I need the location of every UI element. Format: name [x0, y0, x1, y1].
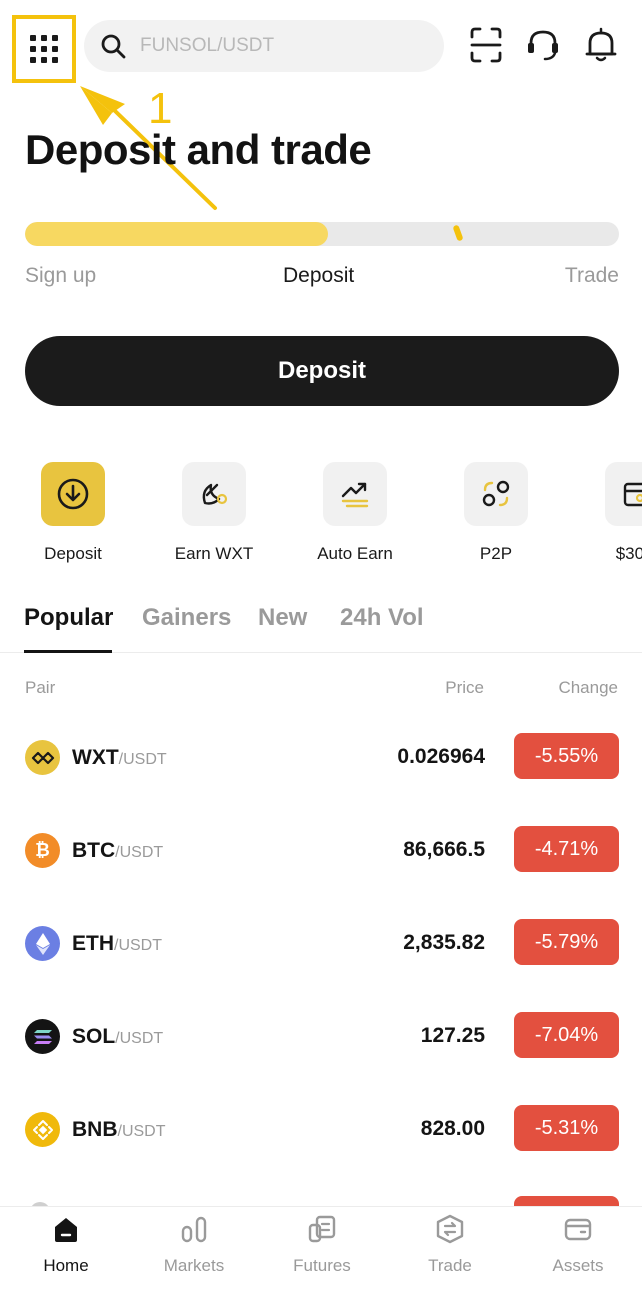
notification-bell-icon[interactable]	[584, 26, 618, 64]
page-title: Deposit and trade	[25, 126, 372, 173]
search-bar[interactable]	[84, 20, 444, 72]
trade-icon	[436, 1214, 464, 1244]
auto-earn-icon	[341, 482, 369, 508]
pair-label: WXT/USDT	[72, 746, 167, 769]
market-tabs: Popular Gainers New 24h Vol	[0, 600, 642, 653]
nav-label: Futures	[293, 1256, 351, 1275]
nav-markets[interactable]: Markets	[130, 1207, 258, 1299]
wxt-coin-icon	[25, 740, 60, 775]
nav-futures[interactable]: Futures	[258, 1207, 386, 1299]
step-sign-up: Sign up	[25, 264, 97, 287]
shortcut-auto-earn[interactable]: Auto Earn	[295, 462, 415, 564]
shortcut-label: P2P	[479, 544, 513, 563]
tab-24h-vol[interactable]: 24h Vol	[340, 604, 424, 632]
shortcut-row: Deposit Earn WXT Auto Earn P2P $30	[0, 462, 642, 572]
price-value: 0.026964	[397, 745, 485, 768]
shortcut-label: Auto Earn	[317, 544, 393, 563]
search-icon	[101, 34, 126, 59]
sol-coin-icon	[25, 1019, 60, 1054]
change-badge[interactable]: -5.79%	[514, 919, 619, 965]
price-value: 127.25	[420, 1024, 485, 1047]
top-bar	[0, 0, 642, 95]
shortcut-deposit[interactable]: Deposit	[13, 462, 133, 564]
market-row-bnb[interactable]: BNB/USDT 828.00 -5.31%	[0, 1097, 642, 1190]
tab-popular[interactable]: Popular	[24, 604, 113, 632]
column-header-pair: Pair	[25, 678, 56, 697]
deposit-icon	[57, 478, 89, 510]
tab-gainers[interactable]: Gainers	[142, 604, 231, 632]
app-menu-button[interactable]	[12, 15, 76, 83]
step-trade: Trade	[564, 264, 619, 287]
btc-coin-icon: ₿	[25, 833, 60, 868]
deposit-button[interactable]: Deposit	[25, 336, 619, 406]
nav-label: Assets	[552, 1256, 604, 1275]
change-badge[interactable]: -4.71%	[514, 826, 619, 872]
price-value: 2,835.82	[403, 931, 485, 954]
nav-home[interactable]: Home	[2, 1207, 130, 1299]
market-row-sol[interactable]: SOL/USDT 127.25 -7.04%	[0, 1004, 642, 1097]
market-row-eth[interactable]: ETH/USDT 2,835.82 -5.79%	[0, 911, 642, 1004]
progress-marker	[452, 224, 464, 242]
nav-assets[interactable]: Assets	[514, 1207, 642, 1299]
active-tab-indicator	[24, 650, 112, 653]
price-value: 828.00	[420, 1117, 485, 1140]
change-badge[interactable]: -7.04%	[514, 1012, 619, 1058]
grid-menu-icon	[30, 35, 58, 63]
shortcut-earn-wxt[interactable]: Earn WXT	[154, 462, 274, 564]
change-badge	[514, 1196, 619, 1206]
shortcut-p2p[interactable]: P2P	[436, 462, 556, 564]
nav-label: Home	[43, 1256, 89, 1275]
home-icon	[55, 1218, 77, 1242]
pair-label: BTC/USDT	[72, 839, 164, 862]
earn-wxt-icon	[202, 483, 228, 505]
futures-icon	[308, 1215, 336, 1243]
price-value: 86,666.5	[403, 838, 485, 861]
market-row-btc[interactable]: ₿ BTC/USDT 86,666.5 -4.71%	[0, 818, 642, 911]
step-deposit: Deposit	[283, 264, 355, 287]
shortcut-label: $30,0	[615, 544, 642, 563]
shortcut-label: Deposit	[44, 544, 102, 563]
bnb-coin-icon	[25, 1112, 60, 1147]
markets-icon	[181, 1216, 207, 1243]
scan-icon[interactable]	[469, 26, 503, 64]
nav-label: Markets	[163, 1256, 225, 1275]
wallet-icon	[564, 1218, 592, 1241]
pair-label: ETH/USDT	[72, 932, 162, 955]
p2p-icon	[482, 480, 510, 507]
onboarding-progress-bar	[25, 222, 619, 246]
gift-icon	[623, 482, 642, 507]
nav-label: Trade	[428, 1256, 472, 1275]
bottom-nav: Home Markets Futures Trade Assets	[0, 1206, 642, 1299]
pair-label: BNB/USDT	[72, 1118, 166, 1141]
market-row-partial	[0, 1190, 642, 1206]
shortcut-reward[interactable]: $30,0	[577, 462, 642, 564]
support-headset-icon[interactable]	[526, 26, 560, 64]
column-header-price[interactable]: Price	[445, 678, 484, 698]
search-input[interactable]	[140, 35, 420, 57]
tab-new[interactable]: New	[258, 604, 307, 632]
market-row-wxt[interactable]: WXT/USDT 0.026964 -5.55%	[0, 725, 642, 818]
nav-trade[interactable]: Trade	[386, 1207, 514, 1299]
progress-fill	[25, 222, 328, 246]
eth-coin-icon	[25, 926, 60, 961]
change-badge[interactable]: -5.31%	[514, 1105, 619, 1151]
progress-steps: Sign up Deposit Trade	[25, 264, 619, 294]
column-header-change[interactable]: Change	[558, 678, 618, 698]
pair-label: SOL/USDT	[72, 1025, 164, 1048]
shortcut-label: Earn WXT	[174, 544, 254, 563]
change-badge[interactable]: -5.55%	[514, 733, 619, 779]
